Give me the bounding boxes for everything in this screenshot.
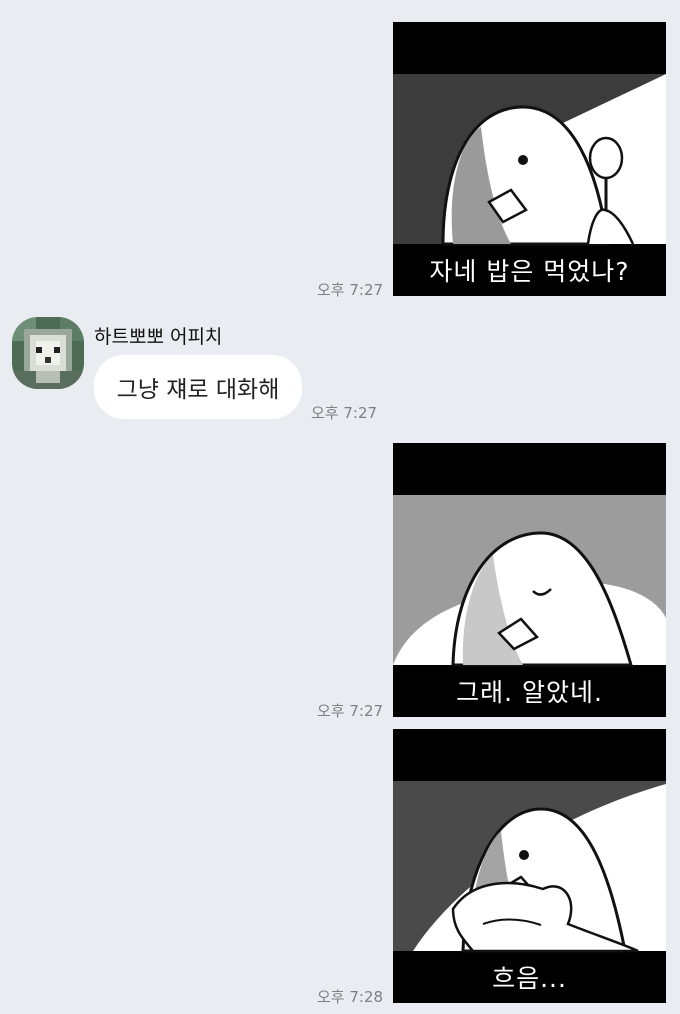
sender-name: 하트뽀뽀 어피치: [94, 326, 223, 348]
sticker-caption: 그래. 알았네.: [456, 678, 603, 707]
message-time: 오후 7:27: [317, 702, 384, 720]
message-time: 오후 7:27: [311, 404, 378, 422]
message-text: 그냥 쟤로 대화해: [116, 377, 280, 403]
sticker-message[interactable]: 자네 밥은 먹었나?: [393, 22, 666, 296]
message-time: 오후 7:28: [317, 988, 384, 1006]
pixelated-avatar-icon: [12, 317, 84, 389]
sticker-message[interactable]: 흐음...: [393, 729, 666, 1003]
chat-bubble[interactable]: 그냥 쟤로 대화해: [94, 355, 302, 419]
message-time: 오후 7:27: [317, 281, 384, 299]
avatar[interactable]: [12, 317, 84, 389]
sticker-message[interactable]: 그래. 알았네.: [393, 443, 666, 717]
sticker-caption: 흐음...: [492, 964, 567, 993]
sticker-caption: 자네 밥은 먹었나?: [429, 257, 630, 286]
